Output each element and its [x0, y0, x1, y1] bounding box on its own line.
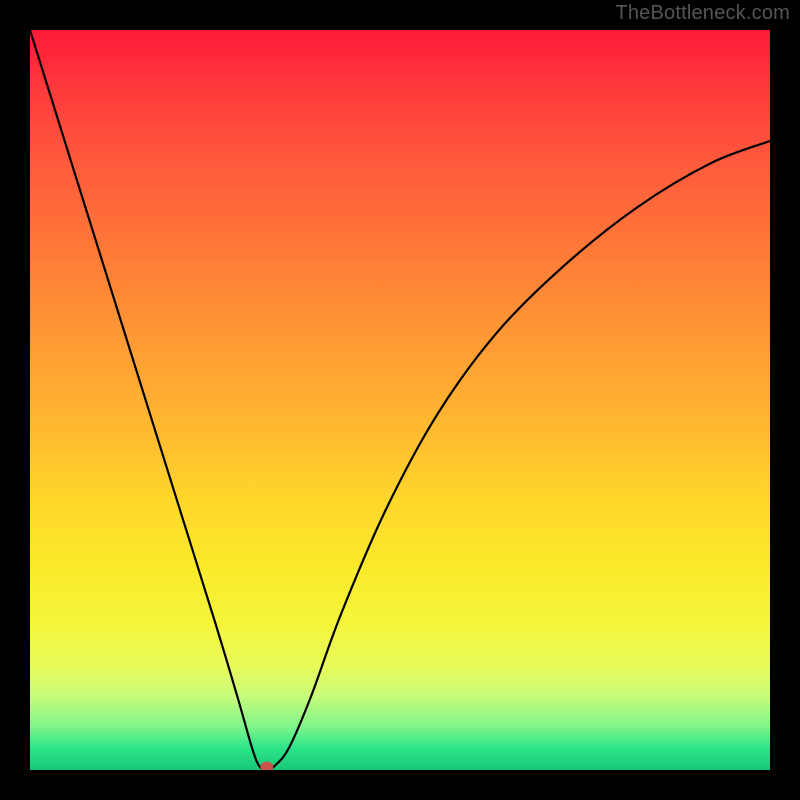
- plot-area: [30, 30, 770, 770]
- bottleneck-curve: [30, 30, 770, 770]
- curve-layer: [30, 30, 770, 770]
- vertex-marker: [261, 762, 273, 770]
- watermark-text: TheBottleneck.com: [615, 2, 790, 25]
- chart-frame: TheBottleneck.com: [0, 0, 800, 800]
